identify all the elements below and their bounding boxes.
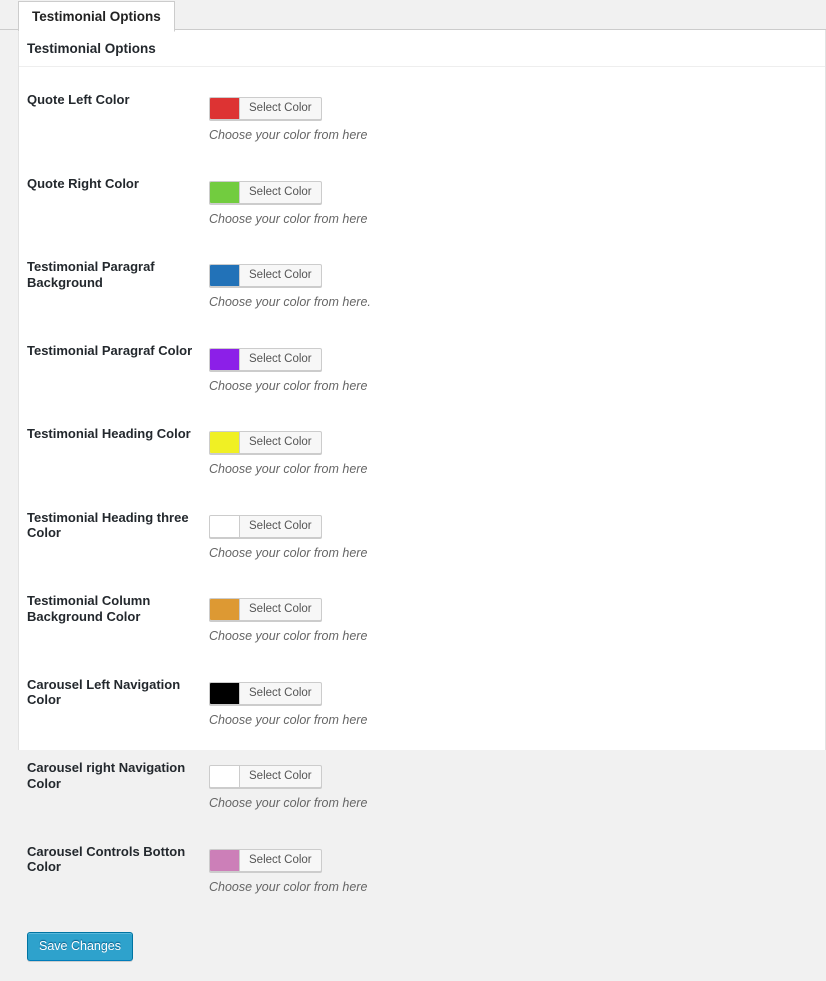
- field-control: Select Color Choose your color from here: [209, 159, 825, 243]
- field-label: Testimonial Paragraf Color: [27, 342, 193, 358]
- field-control: Select Color Choose your color from here: [209, 75, 825, 159]
- color-swatch: [210, 265, 240, 286]
- field-control: Select Color Choose your color from here: [209, 660, 825, 744]
- options-table-body: Quote Left Color Select Color Choose you…: [19, 75, 825, 910]
- color-picker-testimonial-paragraf-background: Select Color: [209, 264, 322, 287]
- field-control: Select Color Choose your color from here: [209, 326, 825, 410]
- color-result-button[interactable]: Select Color: [209, 765, 322, 788]
- submit-area: Save Changes: [19, 910, 825, 981]
- color-picker-quote-right-color: Select Color: [209, 180, 322, 204]
- settings-panel: Testimonial Options Quote Left Color Sel…: [18, 30, 826, 961]
- field-control: Select Color Choose your color from here: [209, 743, 825, 827]
- field-control: Select Color Choose your color from here: [209, 827, 825, 911]
- table-row: Quote Left Color Select Color Choose you…: [19, 75, 825, 159]
- color-picker-carousel-controls-botton-color: Select Color: [209, 848, 322, 872]
- table-row: Testimonial Heading three Color Select C…: [19, 493, 825, 577]
- field-label: Testimonial Heading three Color: [27, 509, 189, 541]
- select-color-label: Select Color: [249, 185, 312, 198]
- select-color-label: Select Color: [249, 519, 312, 532]
- tab-testimonial-options[interactable]: Testimonial Options: [18, 1, 175, 32]
- color-picker-testimonial-paragraf-color: Select Color: [209, 347, 322, 371]
- table-row: Carousel Controls Botton Color Select Co…: [19, 827, 825, 911]
- field-label: Testimonial Paragraf Background: [27, 259, 155, 290]
- tab-strip: Testimonial Options: [0, 0, 826, 32]
- field-label: Testimonial Column Background Color: [27, 593, 151, 624]
- color-result-button[interactable]: Select Color: [209, 347, 322, 371]
- color-swatch: [210, 348, 240, 370]
- color-picker-carousel-right-navigation-color: Select Color: [209, 765, 322, 788]
- field-description: Choose your color from here: [209, 211, 368, 226]
- field-description: Choose your color from here: [209, 712, 368, 727]
- field-control: Select Color Choose your color from here…: [209, 242, 825, 326]
- field-control: Select Color Choose your color from here: [209, 409, 825, 493]
- field-description: Choose your color from here.: [209, 295, 371, 309]
- color-picker-testimonial-column-background-color: Select Color: [209, 598, 322, 621]
- table-row: Testimonial Column Background Color Sele…: [19, 576, 825, 660]
- color-result-button[interactable]: Select Color: [209, 431, 322, 454]
- select-color-label: Select Color: [249, 770, 312, 782]
- color-swatch: [210, 181, 240, 203]
- table-row: Testimonial Paragraf Background Select C…: [19, 242, 825, 326]
- color-result-button[interactable]: Select Color: [209, 97, 322, 120]
- select-color-label: Select Color: [249, 436, 312, 448]
- field-label: Quote Left Color: [27, 92, 130, 107]
- options-table: Quote Left Color Select Color Choose you…: [19, 75, 825, 910]
- color-swatch: [210, 766, 240, 787]
- select-color-label: Select Color: [249, 269, 312, 281]
- color-swatch: [210, 98, 240, 119]
- field-description: Choose your color from here: [209, 545, 368, 560]
- color-result-button[interactable]: Select Color: [209, 681, 322, 705]
- select-color-label: Select Color: [249, 853, 312, 866]
- field-label: Testimonial Heading Color: [27, 426, 191, 441]
- field-label: Carousel Left Navigation Color: [27, 676, 181, 708]
- color-result-button[interactable]: Select Color: [209, 264, 322, 287]
- select-color-label: Select Color: [249, 603, 312, 615]
- page-title: Testimonial Options: [19, 30, 825, 67]
- color-picker-testimonial-heading-color: Select Color: [209, 431, 322, 454]
- field-label: Carousel Controls Botton Color: [27, 843, 186, 875]
- color-result-button[interactable]: Select Color: [209, 598, 322, 621]
- color-result-button[interactable]: Select Color: [209, 514, 322, 538]
- color-swatch: [210, 599, 240, 620]
- field-description: Choose your color from here: [209, 128, 368, 142]
- select-color-label: Select Color: [249, 686, 312, 699]
- field-description: Choose your color from here: [209, 796, 368, 810]
- color-swatch: [210, 682, 240, 704]
- color-picker-quote-left-color: Select Color: [209, 97, 322, 120]
- color-picker-testimonial-heading-three-color: Select Color: [209, 514, 322, 538]
- table-row: Quote Right Color Select Color Choose yo…: [19, 159, 825, 243]
- color-swatch: [210, 515, 240, 537]
- table-row: Testimonial Paragraf Color Select Color …: [19, 326, 825, 410]
- field-label: Carousel right Navigation Color: [27, 760, 186, 791]
- save-changes-button[interactable]: Save Changes: [27, 932, 134, 961]
- table-row: Carousel right Navigation Color Select C…: [19, 743, 825, 827]
- field-description: Choose your color from here: [209, 879, 368, 894]
- field-description: Choose your color from here: [209, 629, 368, 643]
- color-picker-carousel-left-navigation-color: Select Color: [209, 681, 322, 705]
- field-control: Select Color Choose your color from here: [209, 576, 825, 660]
- color-swatch: [210, 432, 240, 453]
- color-swatch: [210, 849, 240, 871]
- field-label: Quote Right Color: [27, 175, 139, 191]
- color-result-button[interactable]: Select Color: [209, 180, 322, 204]
- select-color-label: Select Color: [249, 352, 312, 365]
- select-color-label: Select Color: [249, 102, 312, 114]
- color-result-button[interactable]: Select Color: [209, 848, 322, 872]
- field-control: Select Color Choose your color from here: [209, 493, 825, 577]
- field-description: Choose your color from here: [209, 462, 368, 476]
- field-description: Choose your color from here: [209, 378, 368, 393]
- table-row: Testimonial Heading Color Select Color C…: [19, 409, 825, 493]
- table-row: Carousel Left Navigation Color Select Co…: [19, 660, 825, 744]
